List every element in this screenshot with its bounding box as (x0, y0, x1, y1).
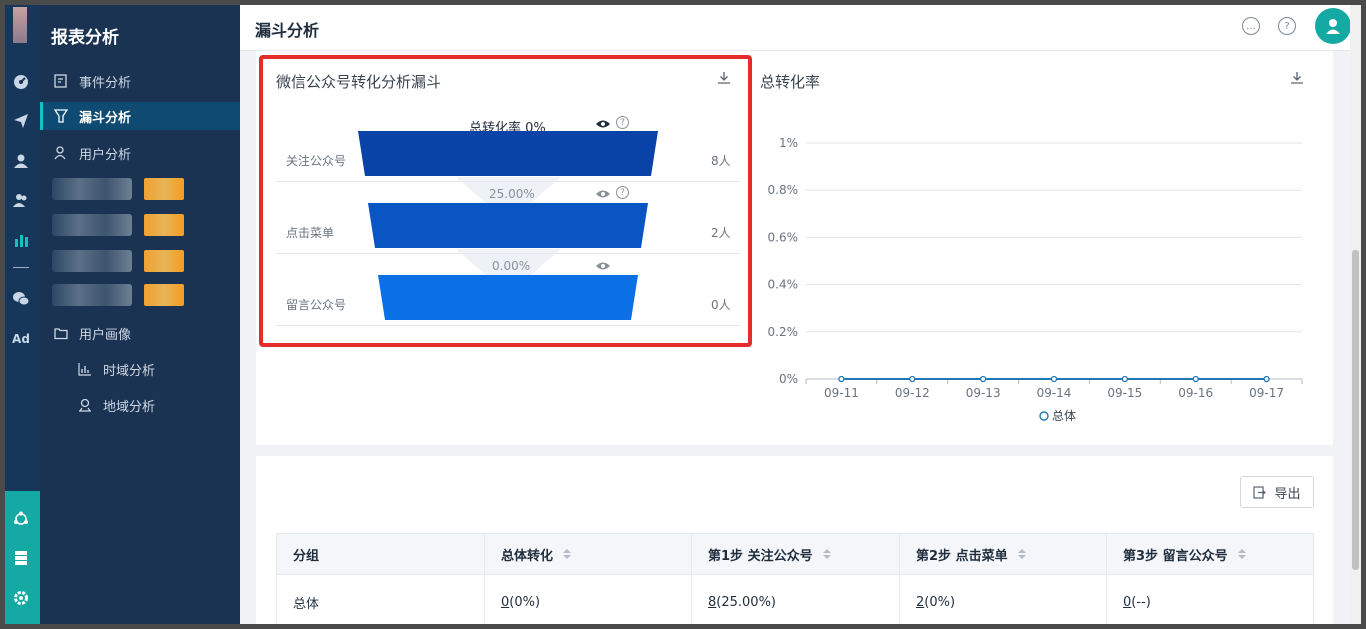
x-tick-label: 09-14 (1037, 386, 1072, 400)
highlight-box (259, 55, 752, 347)
y-tick-label: 0.6% (768, 230, 799, 244)
x-tick-label: 09-13 (966, 386, 1001, 400)
export-button[interactable]: 导出 (1240, 476, 1314, 508)
bar-chart-icon[interactable] (12, 231, 30, 249)
column-header[interactable]: 分组 (277, 534, 485, 574)
data-point (909, 375, 916, 383)
export-label: 导出 (1274, 486, 1301, 502)
server-icon[interactable] (12, 549, 30, 567)
sidebar-item-label: 用户分析 (79, 147, 132, 163)
app-window: Ad 报表分析 事件分析 漏斗分析 用户分析 用户画像 时域分析 地域分析 漏斗… (5, 5, 1361, 624)
bar-chart-icon (77, 361, 93, 377)
sort-icon[interactable] (563, 549, 572, 559)
sidebar-item-time-analysis[interactable]: 时域分析 (40, 355, 240, 383)
sort-icon[interactable] (1237, 549, 1246, 559)
app-logo (13, 7, 27, 43)
page-title: 漏斗分析 (255, 21, 320, 40)
y-tick-label: 0% (779, 372, 798, 386)
data-point (1050, 375, 1058, 383)
x-tick-label: 09-17 (1249, 386, 1284, 400)
y-tick-label: 1% (779, 136, 798, 150)
sidebar-item-label: 事件分析 (79, 75, 132, 91)
x-tick-label: 09-16 (1178, 386, 1213, 400)
table-cell: 总体 (277, 575, 485, 624)
column-header[interactable]: 第3步 留言公众号 (1107, 534, 1313, 574)
gear-icon[interactable] (12, 589, 30, 607)
wechat-icon[interactable] (12, 290, 30, 308)
scrollbar[interactable] (1350, 5, 1361, 624)
table-header: 分组 总体转化 第1步 关注公众号 第2步 点击菜单 第3步 留言公众号 (277, 534, 1313, 575)
network-icon[interactable] (12, 510, 30, 528)
column-header[interactable]: 第2步 点击菜单 (900, 534, 1107, 574)
line-chart: 0% 0.2% 0.4% 0.6% 0.8% 1% 09-11 09-12 09-13 09-14… (768, 136, 1303, 423)
blurred-item[interactable] (52, 177, 184, 201)
chart-title: 总转化率 (760, 73, 821, 91)
x-tick-label: 09-15 (1107, 386, 1142, 400)
page-header: 漏斗分析 … ? (240, 5, 1361, 51)
users-icon[interactable] (12, 191, 30, 209)
sidebar-item-region-analysis[interactable]: 地域分析 (40, 391, 240, 419)
sidebar-item-user-analysis[interactable]: 用户分析 (40, 139, 240, 167)
table-cell: 0 (--) (1123, 595, 1151, 610)
legend-marker (1039, 411, 1049, 421)
edit-icon (53, 73, 69, 89)
sidebar-item-funnel-analysis[interactable]: 漏斗分析 (40, 102, 240, 130)
sidebar-item-label: 地域分析 (103, 399, 156, 415)
y-tick-label: 0.4% (768, 278, 799, 292)
cell-link[interactable]: 8 (708, 595, 716, 610)
column-header[interactable]: 第1步 关注公众号 (692, 534, 900, 574)
x-tick-label: 09-11 (824, 386, 859, 400)
sidebar-title: 报表分析 (51, 28, 119, 48)
table-cell: 0 (0%) (485, 575, 692, 624)
data-point (1121, 375, 1129, 383)
sort-icon[interactable] (1017, 549, 1026, 559)
sort-icon[interactable] (822, 549, 831, 559)
ad-icon[interactable]: Ad (12, 330, 30, 348)
funnel-icon (53, 108, 69, 124)
cell-link[interactable]: 2 (916, 595, 924, 610)
blurred-item[interactable] (52, 213, 184, 237)
sidebar-item-label: 时域分析 (103, 363, 156, 379)
user-outline-icon (53, 145, 69, 161)
help-icon[interactable]: ? (1278, 17, 1296, 35)
rail-bottom-group (5, 491, 40, 624)
export-icon (1253, 485, 1267, 499)
sidebar-item-label: 漏斗分析 (79, 110, 132, 126)
column-header[interactable]: 总体转化 (485, 534, 692, 574)
data-point (1263, 375, 1270, 383)
cell-link[interactable]: 0 (501, 595, 509, 610)
user-icon[interactable] (12, 152, 30, 170)
legend-label: 总体 (1052, 409, 1076, 423)
icon-rail: Ad (5, 5, 40, 624)
table-row: 总体 0 (0%) 8 (25.00%) 2 (0%) 0 (--) (277, 575, 1313, 624)
data-point (979, 375, 987, 383)
blurred-item[interactable] (52, 249, 184, 273)
y-tick-label: 0.8% (768, 183, 799, 197)
sidebar-item-event-analysis[interactable]: 事件分析 (40, 67, 240, 95)
funnel-table: 分组 总体转化 第1步 关注公众号 第2步 点击菜单 第3步 留言公众号 总体 … (276, 533, 1314, 624)
download-icon[interactable] (1290, 71, 1304, 89)
message-icon[interactable]: … (1242, 17, 1260, 35)
x-tick-label: 09-12 (895, 386, 930, 400)
sidebar-item-user-portrait[interactable]: 用户画像 (40, 319, 240, 347)
data-point (838, 375, 845, 383)
table-cell: 8 (25.00%) (692, 575, 900, 624)
y-tick-label: 0.2% (768, 325, 799, 339)
send-icon[interactable] (12, 112, 30, 130)
avatar-icon[interactable] (1315, 8, 1351, 44)
sidebar-item-label: 用户画像 (79, 327, 132, 343)
dashboard-icon[interactable] (12, 73, 30, 91)
cell-link[interactable]: 0 (1123, 595, 1131, 610)
blurred-item[interactable] (52, 283, 184, 307)
scrollbar-thumb[interactable] (1352, 250, 1359, 570)
sidebar: 报表分析 事件分析 漏斗分析 用户分析 用户画像 时域分析 地域分析 (40, 5, 240, 624)
location-icon (77, 397, 93, 413)
rail-divider (13, 267, 29, 268)
table-cell: 2 (0%) (900, 575, 1107, 624)
table-panel: 导出 分组 总体转化 第1步 关注公众号 第2步 点击菜单 第3步 留言公众号 … (256, 456, 1333, 624)
data-point (1192, 375, 1199, 383)
folder-icon (53, 325, 69, 341)
